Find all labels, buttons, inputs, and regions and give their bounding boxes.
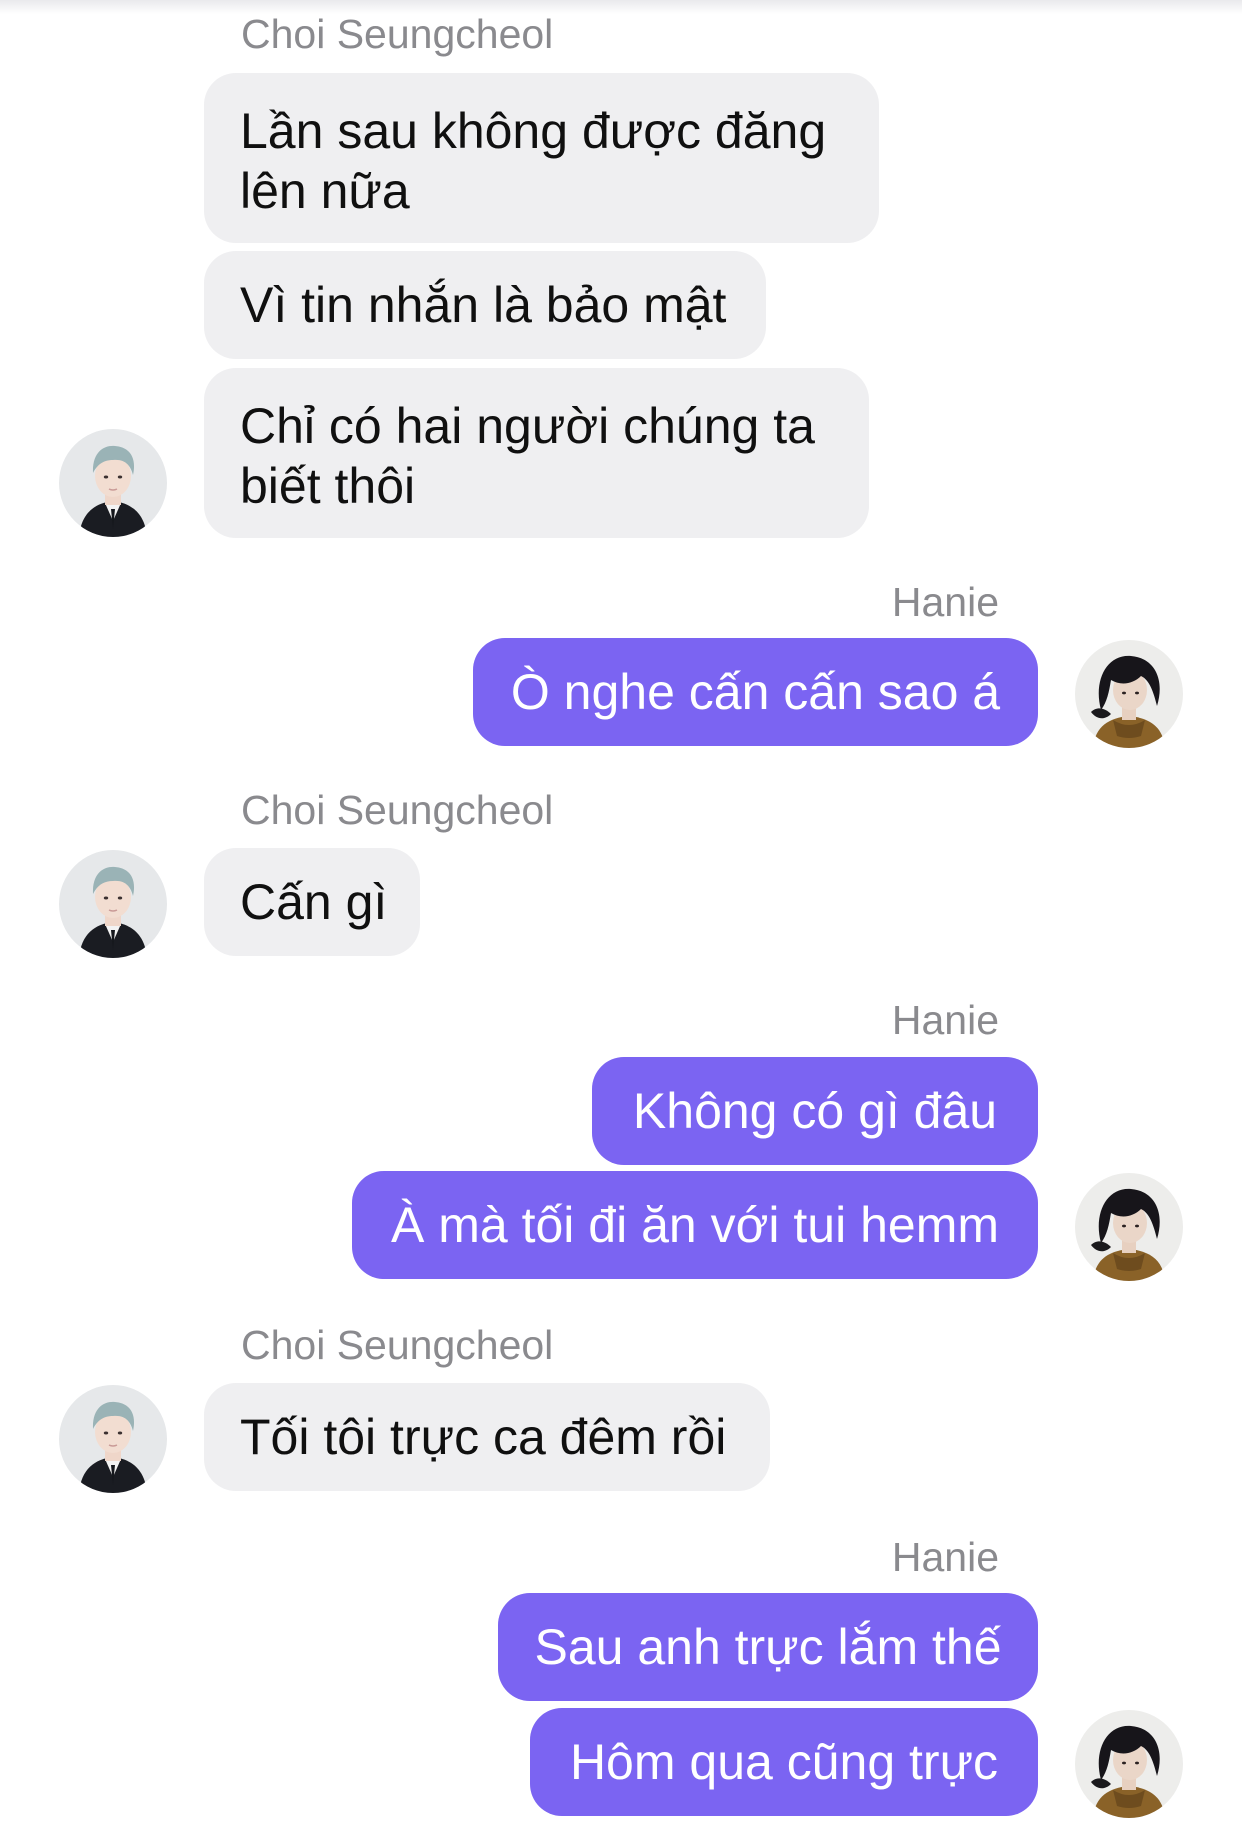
message-bubble-outgoing[interactable]: Hôm qua cũng trực: [530, 1708, 1038, 1816]
message-bubble-incoming[interactable]: Cấn gì: [204, 848, 420, 956]
message-bubble-outgoing[interactable]: Sau anh trực lắm thế: [498, 1593, 1038, 1701]
sender-name: Choi Seungcheol: [241, 11, 554, 57]
sender-name: Choi Seungcheol: [241, 1322, 554, 1368]
sender-name: Hanie: [891, 1534, 999, 1580]
sender-name: Choi Seungcheol: [241, 787, 554, 833]
message-bubble-incoming[interactable]: Vì tin nhắn là bảo mật: [204, 251, 766, 359]
boy-in-uniform-avatar-icon[interactable]: [59, 429, 167, 537]
message-bubble-incoming[interactable]: Lần sau không được đăng lên nữa: [204, 73, 879, 243]
message-bubble-incoming[interactable]: Chỉ có hai người chúng ta biết thôi: [204, 368, 869, 538]
dark-haired-girl-avatar-icon[interactable]: [1075, 640, 1183, 748]
sender-name: Hanie: [891, 997, 999, 1043]
message-bubble-outgoing[interactable]: Không có gì đâu: [592, 1057, 1038, 1165]
boy-in-uniform-avatar-icon[interactable]: [59, 1385, 167, 1493]
message-bubble-incoming[interactable]: Tối tôi trực ca đêm rồi: [204, 1383, 770, 1491]
message-thread[interactable]: Choi Seungcheol Lần sau không được đăng …: [0, 0, 1242, 1825]
dark-haired-girl-avatar-icon[interactable]: [1075, 1710, 1183, 1818]
dark-haired-girl-avatar-icon[interactable]: [1075, 1173, 1183, 1281]
boy-in-uniform-avatar-icon[interactable]: [59, 850, 167, 958]
message-bubble-outgoing[interactable]: À mà tối đi ăn với tui hemm: [352, 1171, 1038, 1279]
sender-name: Hanie: [891, 579, 999, 625]
message-bubble-outgoing[interactable]: Ò nghe cấn cấn sao á: [473, 638, 1038, 746]
